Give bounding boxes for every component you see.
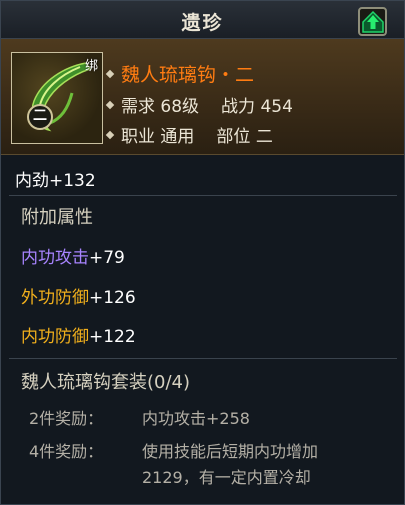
- attr-value: +126: [89, 288, 136, 308]
- item-name: 魏人琉璃钩・二: [121, 64, 255, 86]
- power-value: 454: [260, 97, 293, 117]
- upgrade-badge[interactable]: [358, 7, 387, 36]
- set-bonus-desc: 内功攻击+258: [142, 409, 250, 428]
- extra-attrs-title: 附加属性: [21, 207, 93, 228]
- tooltip-title: 遗珍: [181, 12, 224, 34]
- extra-attr-row: 内功防御+122: [21, 322, 136, 347]
- extra-attr-row: 外功防御+126: [21, 283, 136, 308]
- power-label: 战力: [221, 97, 256, 117]
- tooltip-header: 遗珍: [1, 1, 404, 39]
- item-name-row: 魏人琉璃钩・二: [105, 60, 255, 87]
- icon-number-glyph: 二: [33, 108, 47, 124]
- attr-value: +79: [89, 248, 125, 268]
- bullet-diamond-icon: [105, 69, 115, 78]
- bind-tag: 绑: [84, 59, 98, 74]
- set-bonus-desc: 使用技能后短期内功增加: [142, 442, 319, 461]
- divider: [9, 358, 397, 359]
- req-label: 需求: [121, 97, 155, 117]
- set-bonus-label: 4件奖励：: [29, 442, 104, 461]
- bullet-diamond-icon: [105, 100, 115, 110]
- attr-name: 内功攻击: [21, 248, 89, 268]
- attr-name: 外功防御: [21, 288, 89, 308]
- job-value: 通用: [160, 127, 195, 147]
- set-bonus-desc: 2129，有一定内置冷却: [142, 468, 311, 487]
- item-icon-slot[interactable]: 二 绑: [11, 52, 103, 144]
- item-summary: 二 绑 魏人琉璃钩・二 需求 68级 战力 454 职业 通用 部位 二: [1, 39, 404, 155]
- slot-label: 部位: [216, 127, 251, 147]
- bullet-diamond-icon: [105, 130, 115, 140]
- base-stat: 内劲+132: [15, 171, 96, 191]
- item-req-row: 需求 68级 战力 454: [105, 92, 293, 117]
- attr-name: 内功防御: [21, 327, 89, 347]
- req-value: 68级: [160, 97, 200, 117]
- attr-value: +122: [89, 327, 136, 347]
- job-label: 职业: [121, 127, 155, 147]
- slot-value: 二: [255, 127, 273, 147]
- extra-attr-row: 内功攻击+79: [21, 243, 125, 268]
- item-tooltip: 遗珍 二 绑 魏人琉璃钩・二 需求 68级 战力 454 职业 通用 部位 二 …: [0, 0, 405, 505]
- set-title: 魏人琉璃钩套装(0/4): [21, 372, 191, 393]
- divider: [9, 195, 397, 196]
- green-up-arrow-icon: [361, 10, 384, 33]
- item-job-row: 职业 通用 部位 二: [105, 122, 273, 147]
- set-bonus-label: 2件奖励：: [29, 409, 104, 428]
